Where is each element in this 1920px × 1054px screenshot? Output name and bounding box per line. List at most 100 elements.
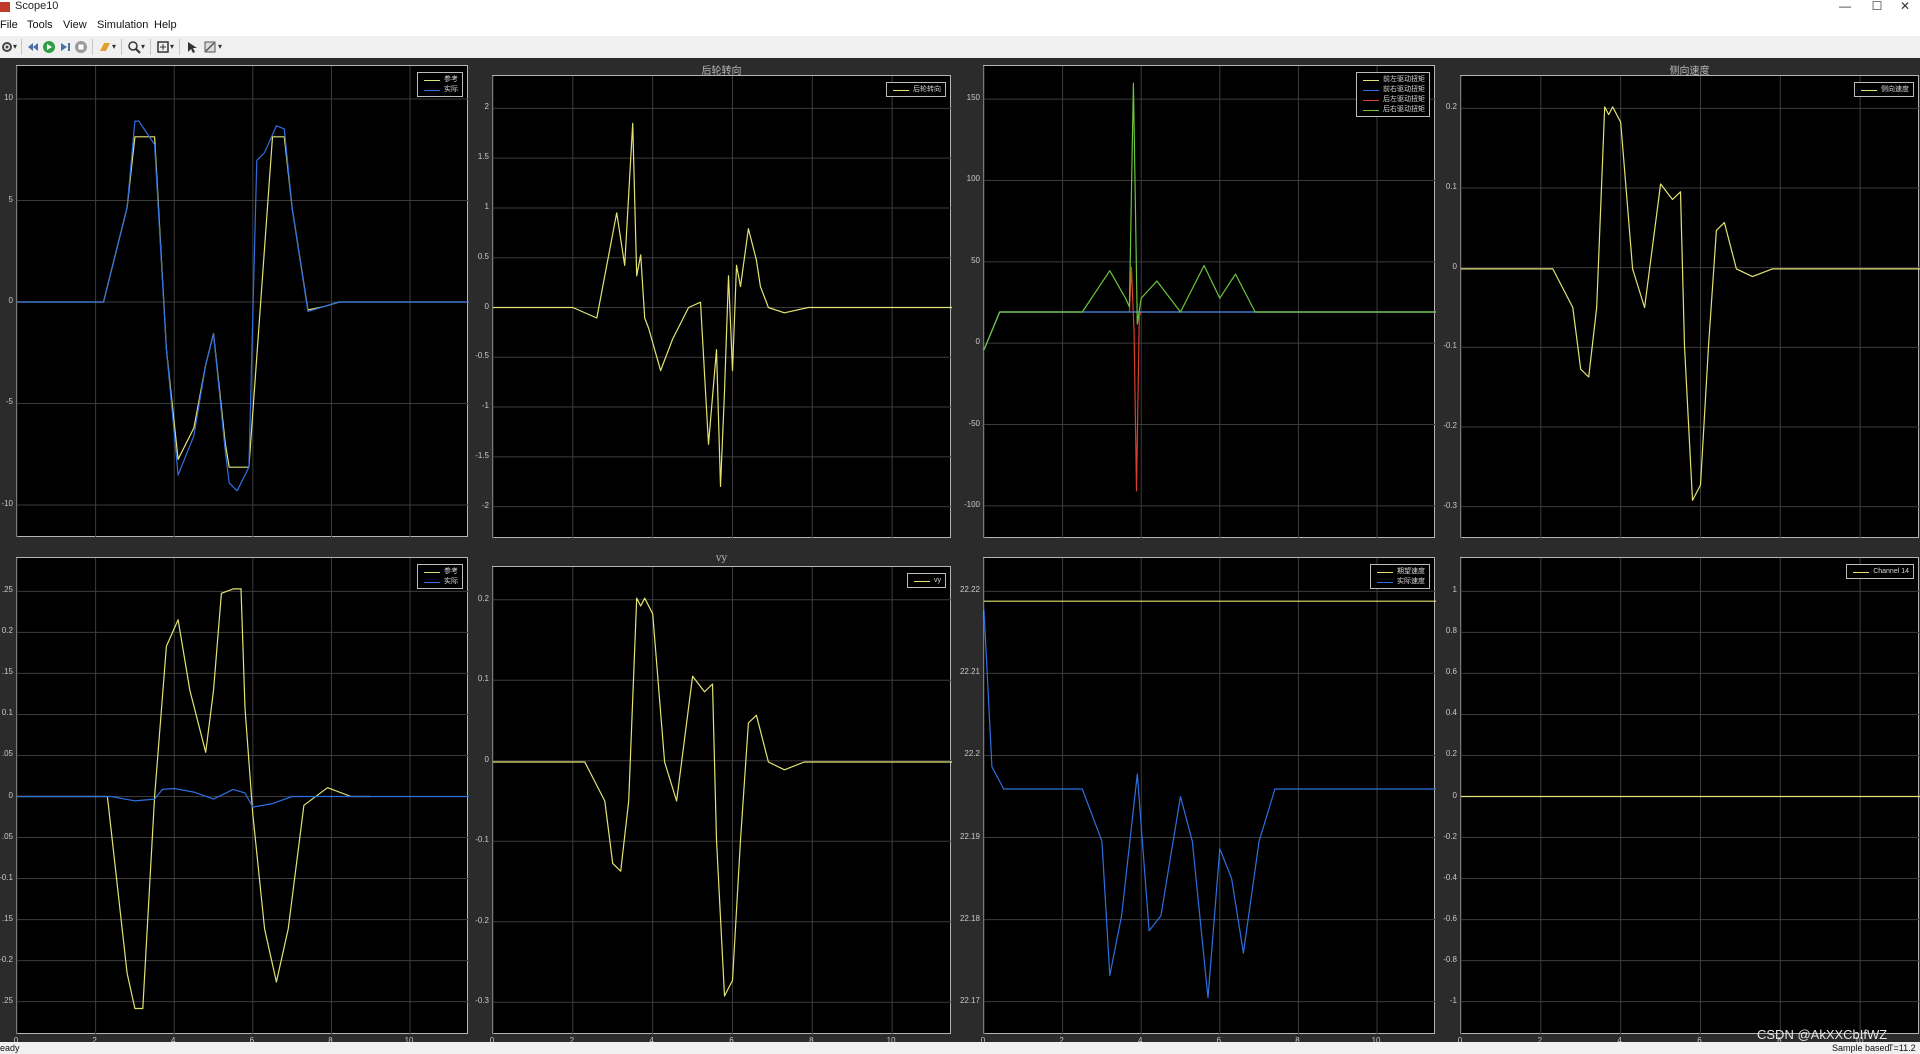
legend-label: 期望速度 <box>1397 568 1425 575</box>
y-tick-label: 150 <box>966 93 980 103</box>
settings-icon[interactable] <box>0 40 14 54</box>
y-tick-label: 0 <box>1452 790 1457 800</box>
plot-legend[interactable]: 参考 实际 <box>417 72 463 97</box>
maximize-button[interactable]: ☐ <box>1862 0 1892 14</box>
stop-icon[interactable] <box>74 40 88 54</box>
scope-app-icon <box>0 2 10 12</box>
y-tick-label: -50 <box>968 418 980 428</box>
legend-line-icon <box>1377 582 1393 583</box>
y-tick-label: 0.2 <box>1 626 13 636</box>
menu-view[interactable]: View <box>63 19 87 31</box>
plot-legend[interactable]: Channel 14 <box>1846 564 1914 579</box>
scope-plot-area: 参考 实际 10 5 0 -5 -10 后轮转向 后轮转向 2 1.5 1 0.5 0 -0.5 -1 -1.5… <box>0 58 1920 1045</box>
series-line-0 <box>983 311 1436 351</box>
y-tick-label: 22.22 <box>959 585 980 595</box>
plot-axes-p7[interactable]: 期望速度 实际速度 <box>983 557 1436 1035</box>
legend-entry[interactable]: 参考 <box>422 567 458 577</box>
y-tick-label: 22.18 <box>959 913 980 923</box>
toolbar-separator <box>121 39 122 55</box>
zoom-icon[interactable] <box>127 40 141 54</box>
legend-entry[interactable]: 后轮转向 <box>891 85 941 95</box>
menu-simulation[interactable]: Simulation <box>97 19 148 31</box>
y-tick-label: 0.4 <box>1445 708 1457 718</box>
y-tick-label: .15 <box>1 913 13 923</box>
step-forward-icon[interactable] <box>58 40 72 54</box>
legend-label: 侧向速度 <box>1881 86 1909 93</box>
legend-entry[interactable]: 参考 <box>422 75 458 85</box>
y-tick-label: -0.1 <box>0 872 13 882</box>
y-tick-label: 22.21 <box>959 667 980 677</box>
y-tick-label: 0.1 <box>477 674 489 684</box>
sample-mode: Sample based <box>1832 1043 1890 1053</box>
legend-label: 参考 <box>444 568 458 575</box>
plot-legend[interactable]: 侧向速度 <box>1854 82 1914 97</box>
legend-entry[interactable]: 后右驱动扭矩 <box>1361 105 1425 115</box>
y-tick-label: 100 <box>966 174 980 184</box>
y-tick-label: .05 <box>1 831 13 841</box>
y-tick-label: -0.2 <box>0 954 13 964</box>
legend-label: 实际速度 <box>1397 578 1425 585</box>
y-tick-label: -0.2 <box>1443 420 1457 430</box>
plot-axes-p2[interactable]: 后轮转向 <box>492 75 952 539</box>
menu-tools[interactable]: Tools <box>27 19 53 31</box>
y-tick-label: 0.2 <box>1445 102 1457 112</box>
style-icon[interactable] <box>203 40 217 54</box>
menu-help[interactable]: Help <box>154 19 177 31</box>
settings-dropdown-icon[interactable]: ▾ <box>13 42 17 51</box>
cursor-icon[interactable] <box>185 40 199 54</box>
legend-entry[interactable]: 实际 <box>422 85 458 95</box>
legend-line-icon <box>1377 572 1393 573</box>
y-tick-label: -1.5 <box>475 450 489 460</box>
legend-entry[interactable]: 侧向速度 <box>1859 85 1909 95</box>
plot-title: vy <box>715 553 728 564</box>
fit-icon[interactable] <box>156 40 170 54</box>
y-tick-label: 50 <box>971 255 980 265</box>
legend-entry[interactable]: 后左驱动扭矩 <box>1361 95 1425 105</box>
plot-axes-p6[interactable]: vy <box>492 566 952 1035</box>
step-back-icon[interactable] <box>26 40 40 54</box>
y-tick-label: 22.2 <box>964 749 980 759</box>
run-icon[interactable] <box>42 40 56 54</box>
zoom-dropdown-icon[interactable]: ▾ <box>141 42 145 51</box>
legend-entry[interactable]: Channel 14 <box>1851 567 1909 577</box>
y-tick-label: 0 <box>1452 261 1457 271</box>
plot-axes-p4[interactable]: 侧向速度 <box>1460 75 1920 539</box>
legend-entry[interactable]: 期望速度 <box>1375 567 1425 577</box>
y-tick-label: -1 <box>481 401 489 411</box>
legend-label: vy <box>934 577 941 584</box>
y-tick-label: 1 <box>1452 585 1457 595</box>
plot-legend[interactable]: 参考实际 <box>417 564 463 589</box>
window-title: Scope10 <box>15 0 59 12</box>
plot-legend[interactable]: 后轮转向 <box>886 82 946 97</box>
highlight-icon[interactable] <box>98 40 112 54</box>
fit-dropdown-icon[interactable]: ▾ <box>170 42 174 51</box>
plot-canvas <box>492 76 952 539</box>
menu-file[interactable]: File <box>0 19 18 31</box>
y-tick-label: 0.1 <box>1 708 13 718</box>
y-tick-label: 5 <box>8 194 13 204</box>
legend-label: 后轮转向 <box>913 86 941 93</box>
legend-entry[interactable]: vy <box>912 576 941 586</box>
toolbar-separator <box>92 39 93 55</box>
plot-axes-p3[interactable]: 前左驱动扭矩 前右驱动扭矩 后左驱动扭矩 后右驱动扭矩 <box>983 65 1436 539</box>
legend-entry[interactable]: 前左驱动扭矩 <box>1361 75 1425 85</box>
style-dropdown-icon[interactable]: ▾ <box>218 42 222 51</box>
plot-axes-p8[interactable]: Channel 14 <box>1460 557 1920 1035</box>
minimize-button[interactable]: — <box>1830 0 1860 14</box>
legend-line-icon <box>424 572 440 573</box>
close-button[interactable]: ✕ <box>1890 0 1920 14</box>
legend-entry[interactable]: 前右驱动扭矩 <box>1361 85 1425 95</box>
legend-entry[interactable]: 实际 <box>422 577 458 587</box>
y-tick-label: 0.5 <box>477 251 489 261</box>
y-tick-label: -100 <box>963 499 980 509</box>
toolbar-separator <box>21 39 22 55</box>
series-line-1 <box>983 311 1436 351</box>
y-tick-label: -5 <box>5 397 13 407</box>
plot-axes-p1[interactable]: 参考 实际 <box>16 65 469 538</box>
y-tick-label: 10 <box>4 93 13 103</box>
highlight-dropdown-icon[interactable]: ▾ <box>112 42 116 51</box>
y-tick-label: 0.6 <box>1445 667 1457 677</box>
y-tick-label: -2 <box>481 500 489 510</box>
plot-axes-p5[interactable]: 参考实际 <box>16 557 469 1035</box>
legend-line-icon <box>1363 90 1379 91</box>
